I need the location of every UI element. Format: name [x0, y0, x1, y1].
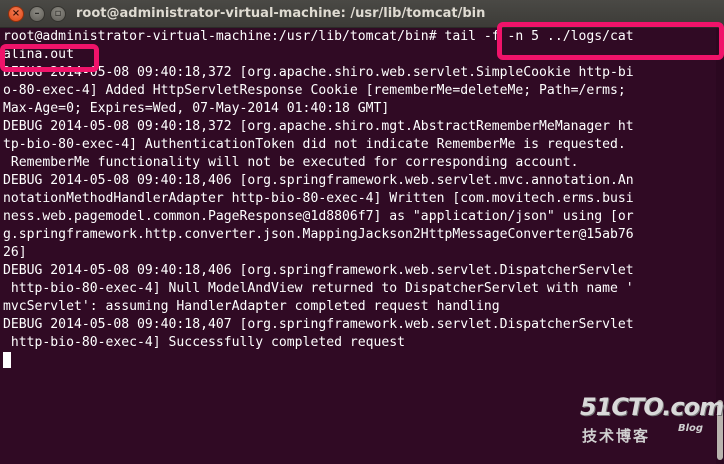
terminal-line: DEBUG 2014-05-08 09:40:18,372 [org.apach…	[3, 119, 634, 134]
terminal-line: DEBUG 2014-05-08 09:40:18,407 [org.sprin…	[3, 317, 634, 332]
terminal-line: mvcServlet': assuming HandlerAdapter com…	[3, 299, 500, 314]
watermark: 51CTO.com 技术博客 Blog	[580, 393, 724, 449]
text-cursor	[3, 352, 11, 368]
terminal-line: http-bio-80-exec-4] Null ModelAndView re…	[3, 281, 634, 296]
terminal-line: DEBUG 2014-05-08 09:40:18,406 [org.sprin…	[3, 173, 634, 188]
terminal-line: RememberMe functionality will not be exe…	[3, 155, 579, 170]
terminal-line: tp-bio-80-exec-4] AuthenticationToken di…	[3, 137, 626, 152]
watermark-logo: 51CTO.com	[580, 393, 724, 421]
terminal-window: × – ▫ root@administrator-virtual-machine…	[0, 0, 724, 464]
maximize-icon: ▫	[54, 8, 62, 19]
terminal-line: DEBUG 2014-05-08 09:40:18,372 [org.apach…	[3, 65, 634, 80]
terminal-line: notationMethodHandlerAdapter http-bio-80…	[3, 191, 634, 206]
maximize-window-button[interactable]: ▫	[50, 6, 66, 22]
terminal-input-line[interactable]	[3, 352, 716, 370]
watermark-subtitle: 技术博客	[582, 427, 651, 445]
terminal-line: http-bio-80-exec-4] Successfully complet…	[3, 335, 406, 350]
terminal-line: g.springframework.http.converter.json.Ma…	[3, 227, 634, 242]
minimize-window-button[interactable]: –	[29, 6, 45, 22]
title-bar[interactable]: × – ▫ root@administrator-virtual-machine…	[0, 0, 724, 28]
terminal-line-prompt: root@administrator-virtual-machine:/usr/…	[3, 29, 634, 44]
terminal-line: ness.web.pagemodel.common.PageResponse@1…	[3, 209, 634, 224]
close-window-button[interactable]: ×	[8, 6, 24, 22]
minimize-icon: –	[34, 8, 40, 19]
terminal-line: o-80-exec-4] Added HttpServletResponse C…	[3, 83, 626, 98]
terminal-line: 26]	[3, 245, 27, 260]
watermark-blog-label: Blog	[678, 423, 704, 434]
terminal-line: DEBUG 2014-05-08 09:40:18,406 [org.sprin…	[3, 263, 634, 278]
terminal-line: alina.out	[3, 47, 74, 62]
close-icon: ×	[11, 8, 21, 19]
window-title: root@administrator-virtual-machine: /usr…	[76, 6, 486, 21]
terminal-line: Max-Age=0; Expires=Wed, 07-May-2014 01:4…	[3, 101, 390, 116]
